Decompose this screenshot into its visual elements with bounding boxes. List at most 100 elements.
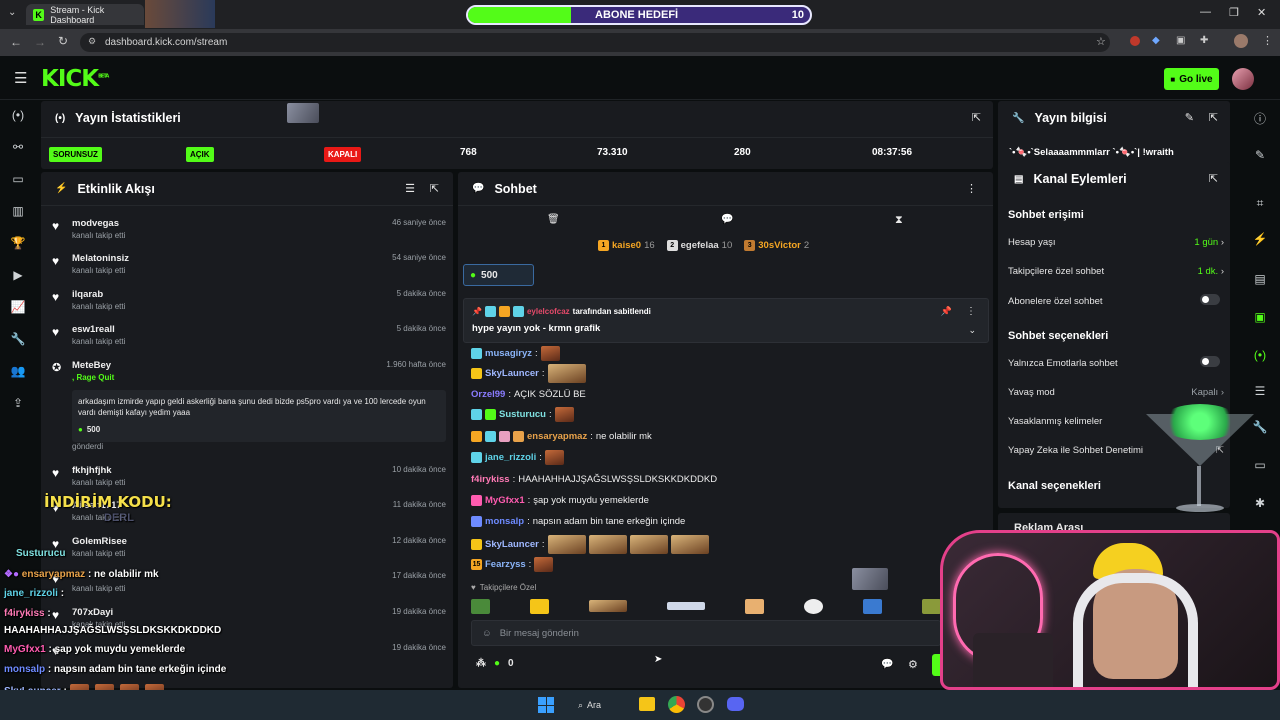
info-icon[interactable]: ⓘ — [1242, 110, 1278, 127]
settings-icon[interactable]: ⚙ — [908, 658, 918, 671]
chat-message[interactable]: Orzel99: AÇIK SÖZLÜ BE — [471, 389, 586, 400]
popout-icon[interactable]: ⇱ — [1209, 172, 1218, 185]
leader-item[interactable]: 2 egefelaa 10 — [666, 240, 732, 251]
chat-bubble-icon: 💬 — [472, 183, 485, 194]
heart-icon: ♥ — [52, 290, 60, 304]
chat-message[interactable]: MyGfxx1: şap yok muydu yemeklerde — [471, 495, 649, 506]
browser-menu-icon[interactable]: ⋮ — [1262, 34, 1273, 47]
stream-icon[interactable]: (•) — [0, 108, 36, 122]
leader-item[interactable]: 1 kaise0 16 — [598, 240, 655, 251]
chat-message[interactable]: SkyLauncer: — [471, 364, 586, 383]
emote-image[interactable] — [863, 598, 882, 614]
hamburger-menu-icon[interactable]: ☰ — [14, 69, 27, 87]
chat-bubble-icon[interactable]: 💬 — [721, 214, 733, 225]
wrench-icon[interactable]: 🔧 — [0, 332, 36, 346]
taskbar-search[interactable]: ⌕ Ara — [578, 696, 626, 714]
upload-icon[interactable]: ⇪ — [0, 396, 36, 410]
pinned-menu-icon[interactable]: ⋮ — [966, 306, 976, 317]
browser-tab[interactable]: K Stream - Kick Dashboard — [26, 4, 144, 25]
popout-icon[interactable]: ⇱ — [1209, 111, 1218, 124]
bolt-icon[interactable]: ⚡ — [1242, 232, 1278, 246]
badge-icon — [485, 431, 496, 442]
broadcast-icon[interactable]: (•) — [1242, 348, 1278, 362]
emote-image[interactable] — [804, 598, 823, 614]
followers-only-row[interactable]: Takipçilere özel sohbet 1 dk. › — [1008, 266, 1224, 277]
chat-message[interactable]: musagiryz: — [471, 346, 560, 361]
chat-bubble-icon[interactable]: 💬 — [881, 659, 893, 670]
chat-message[interactable]: f4irykiss: HAAHAHHAJJŞAĞSLWSŞSLDKSKKDKDDK… — [471, 474, 717, 485]
link-icon[interactable]: ⚯ — [0, 140, 36, 154]
users-icon[interactable]: ⁂ — [476, 658, 486, 669]
emote-image[interactable] — [471, 598, 490, 614]
trophy-icon[interactable]: 🏆 — [0, 236, 36, 250]
emote-image[interactable] — [589, 600, 627, 612]
chat-message[interactable]: jane_rizzoli: — [471, 450, 564, 465]
extensions-puzzle-icon[interactable]: ✚ — [1200, 35, 1208, 46]
kick-favicon-icon: K — [33, 8, 45, 21]
extension-icon[interactable] — [1130, 36, 1140, 46]
url-input[interactable]: ⚙ dashboard.kick.com/stream — [80, 33, 1110, 52]
chat-message[interactable]: 15 Fearzyss: — [471, 557, 554, 572]
chevron-down-icon[interactable]: ⌄ — [968, 325, 976, 336]
obs-icon[interactable] — [697, 696, 714, 713]
forward-icon[interactable]: → — [34, 35, 46, 49]
close-window-icon[interactable]: ✕ — [1257, 6, 1266, 19]
unpin-icon[interactable]: 📌 — [941, 306, 952, 317]
chart-icon[interactable]: 📈 — [0, 300, 36, 314]
back-icon[interactable]: ← — [10, 35, 22, 49]
chat-message[interactable]: monsalp: napsın adam bin tane erkeğin içi… — [471, 516, 685, 527]
analytics-icon[interactable]: ▥ — [0, 204, 36, 218]
emote-image[interactable] — [667, 602, 705, 610]
account-age-row[interactable]: Hesap yaşı 1 gün › — [1008, 237, 1224, 248]
video-icon[interactable]: ▶ — [0, 268, 36, 282]
emote-image[interactable] — [922, 598, 941, 614]
windows-taskbar: ⌕ Ara — [0, 690, 1280, 720]
maximize-icon[interactable]: ❐ — [1229, 6, 1239, 19]
leader-item[interactable]: 3 30sVictor 2 — [744, 240, 809, 251]
popout-icon[interactable]: ⇱ — [972, 111, 981, 124]
edit-icon[interactable]: ✎ — [1242, 148, 1278, 162]
points-icon[interactable]: ● — [494, 658, 500, 669]
chat-message[interactable]: Susturucu: — [471, 407, 574, 422]
kick-logo[interactable]: KICKBETA — [41, 66, 109, 92]
site-info-icon[interactable]: ⚙ — [88, 36, 96, 47]
edit-icon[interactable]: ✎ — [1185, 111, 1194, 124]
emote-only-toggle[interactable] — [1200, 356, 1220, 367]
minimize-icon[interactable]: — — [1200, 6, 1211, 18]
file-explorer-icon[interactable] — [639, 697, 655, 711]
pin-icon: 📌 — [472, 307, 482, 316]
chrome-icon[interactable] — [668, 696, 685, 713]
chat-message[interactable]: SkyLauncer: — [471, 535, 709, 554]
hourglass-icon[interactable]: ⧗ — [895, 214, 903, 227]
subs-only-toggle[interactable] — [1200, 294, 1220, 305]
discord-icon[interactable] — [727, 697, 744, 711]
heart-icon: ♥ — [52, 466, 60, 480]
trash-icon[interactable]: 🗑 — [547, 214, 560, 225]
extension-icon[interactable]: ▣ — [1176, 35, 1185, 46]
chat-menu-icon[interactable]: ⋮ — [966, 182, 977, 195]
viewer-count: 768 — [460, 147, 477, 158]
tab-menu-icon[interactable]: ⌄ — [8, 7, 16, 18]
popout-icon[interactable]: ⇱ — [430, 182, 439, 195]
extension-icon[interactable]: ◆ — [1152, 35, 1160, 46]
emote-image[interactable] — [530, 598, 549, 614]
channel-points-box[interactable]: ● 500 — [463, 264, 534, 286]
windows-start-icon[interactable] — [538, 697, 554, 713]
pinned-message[interactable]: 📌 eylelcofcaz tarafından sabitlendi hype… — [463, 298, 989, 343]
emote-image[interactable] — [745, 598, 764, 614]
go-live-button[interactable]: ■ Go live — [1164, 68, 1219, 90]
emote-tab[interactable]: ♥ Takipçilere Özel — [471, 583, 536, 592]
filter-icon[interactable]: ☰ — [405, 182, 415, 195]
window-icon[interactable]: ▭ — [0, 172, 36, 186]
chat-input[interactable]: ☺ Bir mesaj gönderin — [471, 620, 941, 646]
crop-icon[interactable]: ⌗ — [1242, 196, 1278, 211]
user-avatar[interactable] — [1232, 68, 1254, 90]
chat-icon[interactable]: ▣ — [1242, 310, 1278, 324]
chat-message[interactable]: ensaryapmaz: ne olabilir mk — [471, 431, 652, 442]
reload-icon[interactable]: ↻ — [58, 34, 68, 48]
bookmark-star-icon[interactable]: ☆ — [1096, 35, 1106, 48]
clipboard-icon[interactable]: ▤ — [1242, 272, 1278, 286]
users-icon[interactable]: 👥 — [0, 364, 36, 378]
emoji-icon[interactable]: ☺ — [482, 628, 492, 639]
profile-avatar[interactable] — [1234, 34, 1248, 48]
